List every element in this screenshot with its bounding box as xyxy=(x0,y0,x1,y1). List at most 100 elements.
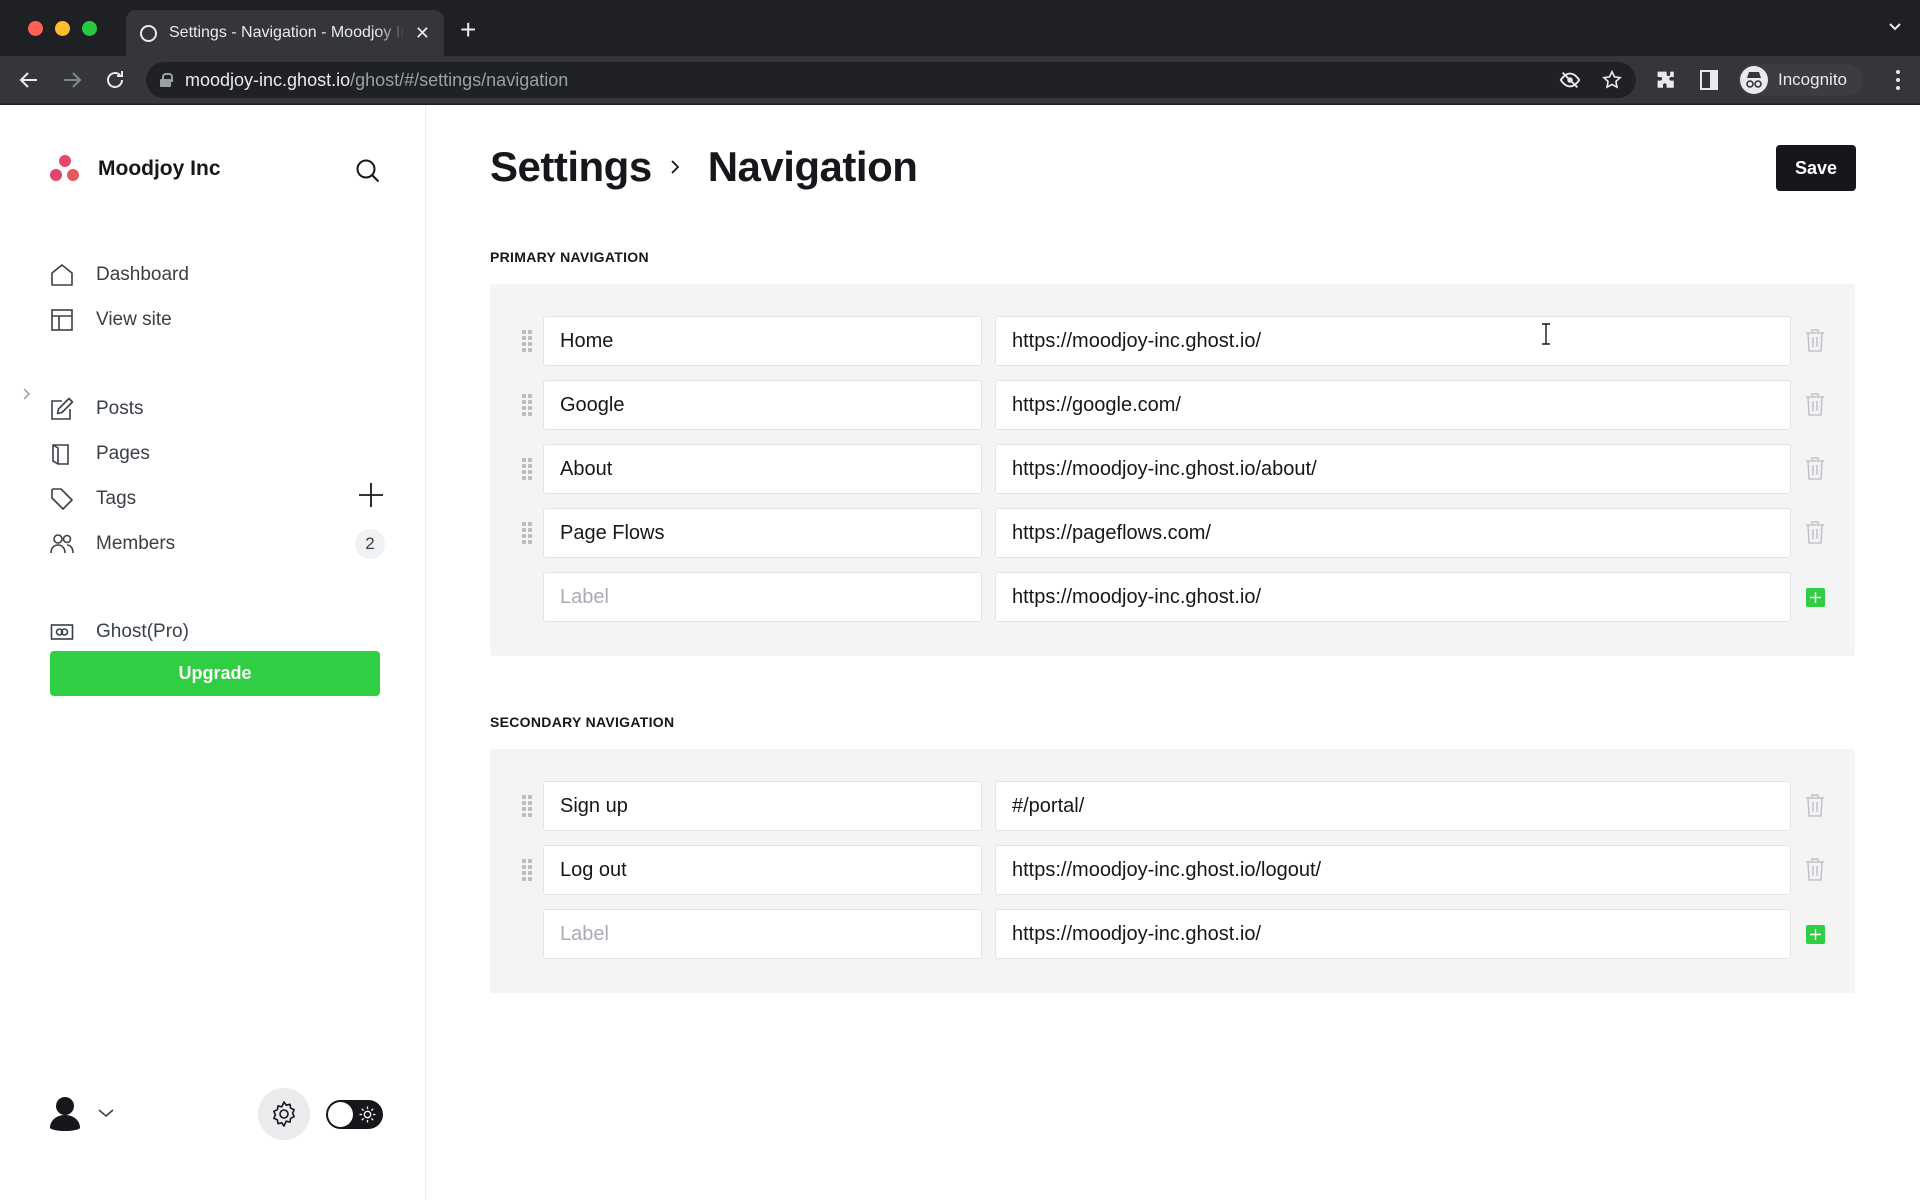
sidebar-item-label: Tags xyxy=(96,488,137,509)
nav-url-input[interactable] xyxy=(995,845,1791,895)
window-minimize-button[interactable] xyxy=(55,21,70,36)
sun-icon xyxy=(359,1106,376,1123)
trash-icon[interactable] xyxy=(1804,328,1826,352)
incognito-profile-button[interactable]: Incognito xyxy=(1738,64,1863,96)
breadcrumb-settings[interactable]: Settings xyxy=(490,143,652,191)
sidebar-item-tags[interactable]: Tags xyxy=(50,479,385,519)
nav-item-row xyxy=(490,845,1855,909)
nav-url-input[interactable] xyxy=(995,781,1791,831)
new-nav-label-input[interactable] xyxy=(543,572,982,622)
ghost-admin-app: Moodjoy Inc Dashboard View site Posts Pa… xyxy=(0,105,1920,1200)
nav-label-input[interactable] xyxy=(543,781,982,831)
reload-button[interactable] xyxy=(103,68,127,92)
sidebar-item-posts[interactable]: Posts xyxy=(50,389,385,429)
address-bar[interactable]: moodjoy-inc.ghost.io/ghost/#/settings/na… xyxy=(146,62,1636,98)
page-title: Settings Navigation xyxy=(490,143,918,191)
browser-tab-active[interactable]: Settings - Navigation - Moodjoy Inc ✕ xyxy=(126,10,444,56)
bookmark-star-icon[interactable] xyxy=(1601,69,1623,91)
trash-icon[interactable] xyxy=(1804,392,1826,416)
nav-item-row xyxy=(490,380,1855,444)
sidebar-item-label: Members xyxy=(96,533,176,554)
sidebar-item-label: Posts xyxy=(96,398,144,419)
trash-icon[interactable] xyxy=(1804,793,1826,817)
extensions-puzzle-icon[interactable] xyxy=(1654,68,1678,92)
forward-button[interactable] xyxy=(60,68,84,92)
dark-mode-toggle[interactable] xyxy=(326,1100,383,1129)
new-nav-url-input[interactable] xyxy=(995,572,1791,622)
drag-handle-icon[interactable] xyxy=(522,522,532,544)
drag-handle-icon[interactable] xyxy=(522,795,532,817)
plus-icon xyxy=(1810,592,1821,603)
nav-label-input[interactable] xyxy=(543,380,982,430)
nav-label-input[interactable] xyxy=(543,444,982,494)
user-avatar[interactable] xyxy=(44,1092,86,1134)
nav-label-input[interactable] xyxy=(543,316,982,366)
chevron-right-icon[interactable] xyxy=(20,387,34,401)
sidebar-item-members[interactable]: Members 2 xyxy=(50,524,385,564)
back-button[interactable] xyxy=(17,68,41,92)
tab-title: Settings - Navigation - Moodjoy Inc xyxy=(169,24,405,41)
drag-handle-icon[interactable] xyxy=(522,859,532,881)
arrow-left-icon xyxy=(19,72,37,88)
search-icon[interactable] xyxy=(355,158,381,184)
sidebar-item-pages[interactable]: Pages xyxy=(50,434,385,474)
chevron-down-icon[interactable] xyxy=(98,1108,114,1118)
nav-url-input[interactable] xyxy=(995,316,1791,366)
primary-navigation-panel xyxy=(490,284,1855,656)
edit-icon xyxy=(51,397,74,420)
secondary-navigation-heading: Secondary navigation xyxy=(490,714,675,730)
lock-icon xyxy=(160,73,173,87)
secondary-navigation-panel xyxy=(490,749,1855,993)
drag-handle-icon[interactable] xyxy=(522,458,532,480)
url-path: /ghost/#/settings/navigation xyxy=(350,69,569,90)
toggle-knob xyxy=(328,1102,353,1127)
nav-url-input[interactable] xyxy=(995,380,1791,430)
main-content: Settings Navigation Save Primary navigat… xyxy=(426,105,1920,1200)
upgrade-button[interactable]: Upgrade xyxy=(50,651,380,696)
arrow-right-icon xyxy=(64,72,82,88)
site-brand[interactable]: Moodjoy Inc xyxy=(50,155,221,183)
sidebar-item-dashboard[interactable]: Dashboard xyxy=(50,255,385,295)
trash-icon[interactable] xyxy=(1804,520,1826,544)
site-name: Moodjoy Inc xyxy=(98,157,221,180)
nav-label-input[interactable] xyxy=(543,508,982,558)
reload-icon xyxy=(107,71,123,88)
browser-menu-button[interactable] xyxy=(1896,70,1900,90)
browser-tabstrip: Settings - Navigation - Moodjoy Inc ✕ + xyxy=(0,0,1920,56)
add-nav-item-button[interactable] xyxy=(1806,925,1825,944)
nav-item-row xyxy=(490,781,1855,845)
nav-label-input[interactable] xyxy=(543,845,982,895)
nav-url-input[interactable] xyxy=(995,444,1791,494)
new-nav-url-input[interactable] xyxy=(995,909,1791,959)
browser-toolbar: moodjoy-inc.ghost.io/ghost/#/settings/na… xyxy=(0,56,1920,104)
plus-icon xyxy=(1810,929,1821,940)
new-nav-label-input[interactable] xyxy=(543,909,982,959)
drag-handle-icon[interactable] xyxy=(522,330,532,352)
sidebar-item-ghost-pro[interactable]: Ghost(Pro) xyxy=(50,612,385,652)
window-close-button[interactable] xyxy=(28,21,43,36)
site-logo-icon xyxy=(50,155,80,183)
nav-item-row xyxy=(490,316,1855,380)
drag-handle-icon[interactable] xyxy=(522,394,532,416)
incognito-icon xyxy=(1740,66,1768,94)
add-nav-item-button[interactable] xyxy=(1806,588,1825,607)
trash-icon[interactable] xyxy=(1804,456,1826,480)
settings-button[interactable] xyxy=(258,1088,310,1140)
tab-close-icon[interactable]: ✕ xyxy=(415,23,430,44)
incognito-label: Incognito xyxy=(1778,70,1847,89)
tab-search-chevron-icon[interactable] xyxy=(1888,20,1902,34)
members-icon xyxy=(50,534,74,554)
side-panel-icon[interactable] xyxy=(1697,68,1721,92)
user-silhouette-icon xyxy=(50,1097,80,1131)
nav-url-input[interactable] xyxy=(995,508,1791,558)
new-tab-button[interactable]: + xyxy=(460,16,476,44)
sidebar-item-view-site[interactable]: View site xyxy=(50,300,385,340)
primary-navigation-heading: Primary navigation xyxy=(490,249,649,265)
sidebar-item-label: Ghost(Pro) xyxy=(96,621,189,642)
eye-off-icon[interactable] xyxy=(1559,69,1581,91)
layout-icon xyxy=(51,309,73,331)
sidebar-item-label: Dashboard xyxy=(96,264,189,285)
window-maximize-button[interactable] xyxy=(82,21,97,36)
trash-icon[interactable] xyxy=(1804,857,1826,881)
save-button[interactable]: Save xyxy=(1776,145,1856,191)
